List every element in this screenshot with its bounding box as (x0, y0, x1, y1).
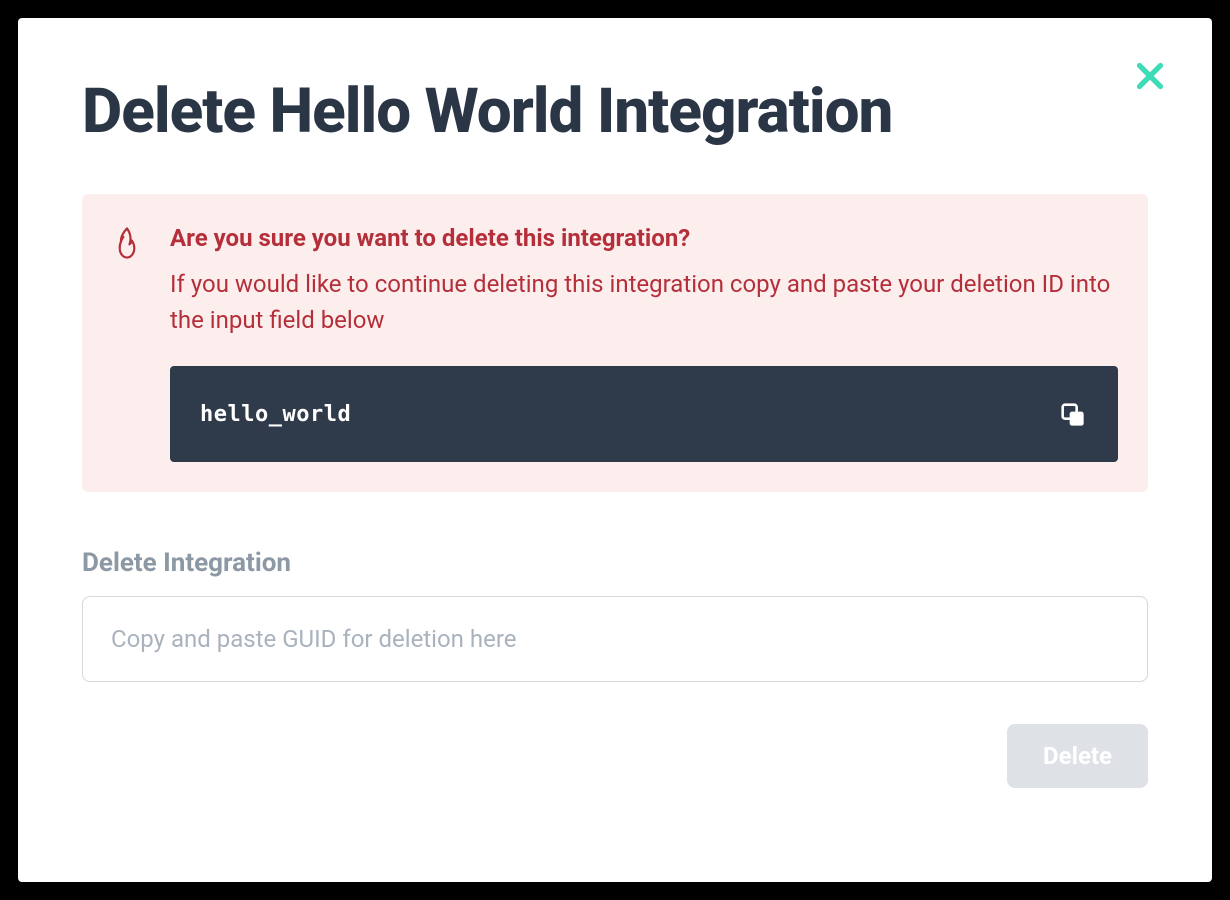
close-icon (1132, 58, 1168, 94)
copy-icon (1058, 400, 1086, 428)
close-button[interactable] (1130, 56, 1170, 96)
modal-title: Delete Hello World Integration (82, 78, 1148, 146)
delete-integration-modal: Delete Hello World Integration Are you s… (18, 18, 1212, 882)
warning-box: Are you sure you want to delete this int… (82, 194, 1148, 492)
deletion-id-input[interactable] (82, 596, 1148, 682)
warning-heading: Are you sure you want to delete this int… (170, 224, 1118, 252)
warning-body: If you would like to continue deleting t… (170, 266, 1118, 338)
modal-footer: Delete (82, 724, 1148, 788)
flame-icon (112, 226, 142, 260)
delete-button[interactable]: Delete (1007, 724, 1148, 788)
input-label: Delete Integration (82, 548, 1148, 578)
deletion-id-block: hello_world (170, 366, 1118, 462)
deletion-id-value: hello_world (200, 402, 351, 427)
copy-button[interactable] (1056, 398, 1088, 430)
